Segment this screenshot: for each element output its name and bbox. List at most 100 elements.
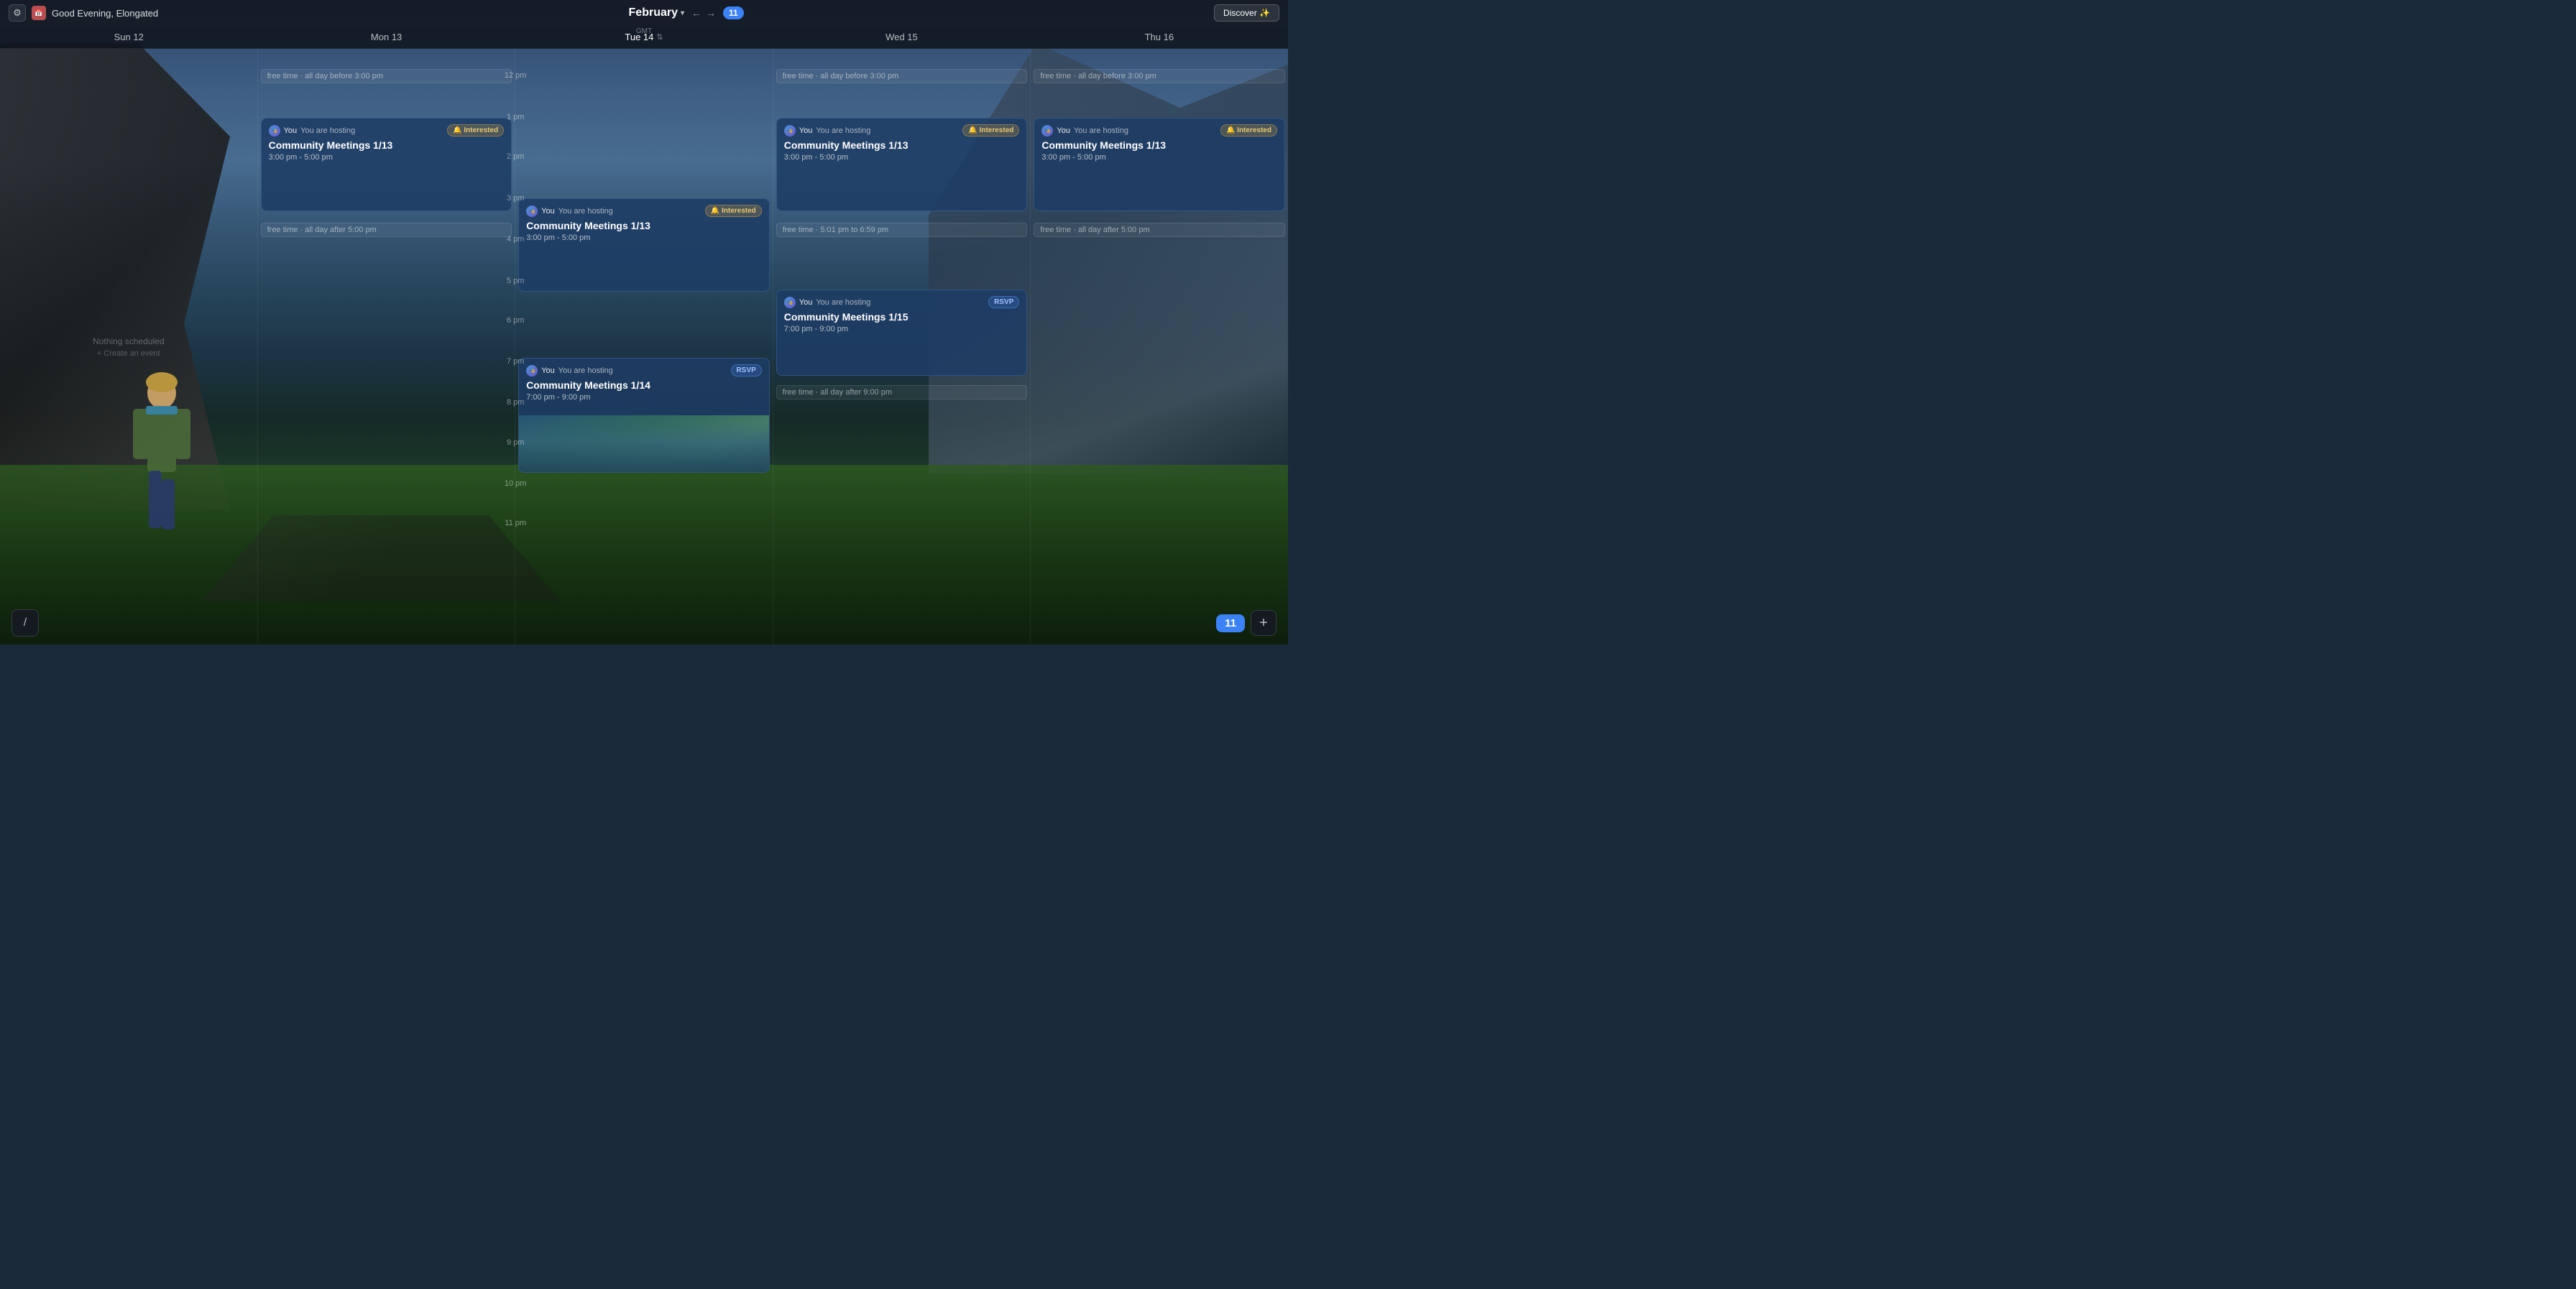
thursday-free-time-top: free time · all day before 3:00 pm [1034,69,1285,83]
tuesday-event1-time: 3:00 pm - 5:00 pm [526,234,762,242]
gmt-label: GMT [636,27,652,35]
wednesday-event1-badge: 🔔 Interested [962,124,1019,137]
wednesday-event1-avatar: 🎭 [784,125,796,137]
tuesday-event1-you: You [541,207,555,216]
tuesday-event2-title: Community Meetings 1/14 [526,379,762,391]
nothing-scheduled-text: Nothing scheduled [93,336,164,346]
thursday-event-title: Community Meetings 1/13 [1041,139,1277,151]
day-headers-row: Sun 12 Mon 13 GMT Tue 14 ⇅ Wed 15 Thu 16 [0,26,1288,49]
thursday-event-host: 🎭 You You are hosting [1041,125,1128,137]
day-header-thu16: Thu 16 [1031,26,1288,48]
monday-host-avatar: 🎭 [269,125,280,137]
monday-host-label: You are hosting [300,126,355,135]
slash-command-button[interactable]: / [12,609,39,637]
tuesday-event2-time: 7:00 pm - 9:00 pm [526,393,762,402]
settings-button[interactable]: ⚙ [9,4,26,22]
thursday-event-avatar: 🎭 [1041,125,1053,137]
greeting-text: Good Evening, Elongated [52,8,158,19]
monday-event-title: Community Meetings 1/13 [269,139,505,151]
next-arrow-button[interactable]: → [706,7,716,19]
month-chevron-icon: ▾ [681,9,684,17]
prev-arrow-button[interactable]: ← [691,7,702,19]
tuesday-community-meeting-2[interactable]: 🎭 You You are hosting RSVP Community Mee… [518,358,770,473]
tuesday-event1-header: 🎭 You You are hosting 🔔 Interested [526,205,762,217]
tuesday-event2-host: 🎭 You You are hosting [526,365,613,376]
wednesday-event1-header: 🎭 You You are hosting 🔔 Interested [784,124,1020,137]
monday-event-header: 🎭 You You are hosting 🔔 Interested [269,124,505,137]
current-day-badge: 11 [1216,614,1245,632]
thursday-event-header: 🎭 You You are hosting 🔔 Interested [1041,124,1277,137]
thursday-free-time-bottom: free time · all day after 5:00 pm [1034,223,1285,237]
wednesday-event2-you: You [799,298,813,307]
wednesday-event2-host-label: You are hosting [816,298,870,307]
tuesday-event2-you: You [541,366,555,375]
nothing-scheduled: Nothing scheduled + Create an event [93,336,164,358]
wednesday-community-meeting-1[interactable]: 🎭 You You are hosting 🔔 Interested Commu… [776,118,1028,211]
wednesday-column: free time · all day before 3:00 pm 🎭 You… [773,49,1031,644]
tuesday-event2-header: 🎭 You You are hosting RSVP [526,364,762,376]
bottom-right-controls: 11 + [1216,610,1276,636]
wednesday-free-time-mid: free time · 5:01 pm to 6:59 pm [776,223,1028,237]
wednesday-event2-title: Community Meetings 1/15 [784,311,1020,323]
monday-event-time: 3:00 pm - 5:00 pm [269,153,505,162]
tuesday-event2-image [519,415,769,472]
monday-community-meeting-event[interactable]: 🎭 You You are hosting 🔔 Interested Commu… [261,118,512,211]
week-number-badge: 11 [723,6,744,19]
wednesday-community-meeting-2[interactable]: 🎭 You You are hosting RSVP Community Mee… [776,290,1028,376]
thursday-event-badge: 🔔 Interested [1220,124,1277,137]
adjust-icon: ⇅ [656,32,663,42]
tuesday-event1-avatar: 🎭 [526,205,538,217]
monday-column: free time · all day before 3:00 pm 🎭 You… [258,49,516,644]
tuesday-event2-avatar: 🎭 [526,365,538,376]
top-bar: ⚙ 📅 Good Evening, Elongated February ▾ ←… [0,0,1288,26]
wednesday-event1-host-label: You are hosting [816,126,870,135]
monday-interested-badge: 🔔 Interested [447,124,504,137]
thursday-column: free time · all day before 3:00 pm 🎭 You… [1031,49,1288,644]
month-title[interactable]: February ▾ [629,6,685,19]
add-event-button[interactable]: + [1251,610,1276,636]
calendar-grid: Nothing scheduled + Create an event free… [0,49,1288,644]
top-bar-right: Discover ✨ [1214,4,1279,22]
wednesday-event2-badge: RSVP [988,296,1019,308]
wednesday-event2-header: 🎭 You You are hosting RSVP [784,296,1020,308]
top-bar-left: ⚙ 📅 Good Evening, Elongated [9,4,158,22]
wednesday-event1-time: 3:00 pm - 5:00 pm [784,153,1020,162]
wednesday-event2-avatar: 🎭 [784,297,796,308]
thursday-event-host-label: You are hosting [1074,126,1128,135]
tuesday-event1-badge: 🔔 Interested [705,205,762,217]
thursday-event-you: You [1057,126,1070,135]
monday-event-host: 🎭 You You are hosting [269,125,356,137]
month-label: February [629,6,678,19]
day-header-label-thu16: Thu 16 [1145,32,1174,42]
tuesday-community-meeting-1[interactable]: 🎭 You You are hosting 🔔 Interested Commu… [518,198,770,292]
wednesday-event1-host: 🎭 You You are hosting [784,125,871,137]
tuesday-event2-host-label: You are hosting [558,366,613,375]
tuesday-column: 12 pm 1 pm 2 pm 3 pm 4 pm 5 pm 6 pm 7 pm… [515,49,773,644]
top-bar-center: February ▾ ← → 11 [629,6,744,19]
wednesday-event2-host: 🎭 You You are hosting [784,297,871,308]
thursday-event-time: 3:00 pm - 5:00 pm [1041,153,1277,162]
monday-you-text: You [284,126,298,135]
wednesday-free-time-top: free time · all day before 3:00 pm [776,69,1028,83]
wednesday-event1-title: Community Meetings 1/13 [784,139,1020,151]
calendar-icon-button[interactable]: 📅 [32,6,46,20]
bottom-bar: / 11 + [0,601,1288,644]
tuesday-event1-title: Community Meetings 1/13 [526,220,762,231]
discover-button[interactable]: Discover ✨ [1214,4,1279,22]
wednesday-free-time-bottom: free time · all day after 9:00 pm [776,385,1028,399]
day-header-label-mon13: Mon 13 [371,32,402,42]
sunday-column: Nothing scheduled + Create an event [0,49,258,644]
thursday-community-meeting-event[interactable]: 🎭 You You are hosting 🔔 Interested Commu… [1034,118,1285,211]
tuesday-event2-badge: RSVP [731,364,762,376]
navigation-arrows: ← → [691,7,716,19]
day-header-wed15: Wed 15 [773,26,1030,48]
day-header-mon13: Mon 13 [257,26,515,48]
tuesday-event1-host-label: You are hosting [558,207,613,216]
wednesday-event2-time: 7:00 pm - 9:00 pm [784,325,1020,333]
tuesday-event1-host: 🎭 You You are hosting [526,205,613,217]
day-header-label-sun12: Sun 12 [114,32,144,42]
day-header-tue14: GMT Tue 14 ⇅ [515,26,773,48]
monday-free-time-top: free time · all day before 3:00 pm [261,69,512,83]
create-event-link[interactable]: + Create an event [93,349,164,358]
wednesday-event1-you: You [799,126,813,135]
